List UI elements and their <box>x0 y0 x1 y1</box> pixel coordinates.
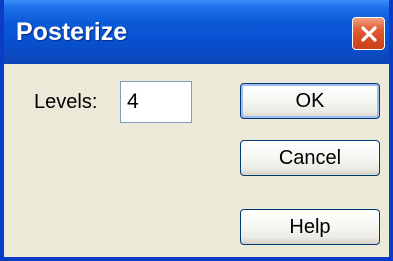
levels-input[interactable] <box>120 81 192 123</box>
dialog-title: Posterize <box>16 18 128 46</box>
levels-label: Levels: <box>34 91 98 113</box>
close-icon <box>360 25 377 42</box>
title-bar[interactable]: Posterize <box>4 0 389 64</box>
posterize-dialog: Posterize Levels: OK Cancel Help <box>0 0 393 261</box>
help-button[interactable]: Help <box>240 209 380 245</box>
close-button[interactable] <box>352 17 385 50</box>
ok-button[interactable]: OK <box>240 83 380 119</box>
dialog-body: Levels: OK Cancel Help <box>4 64 389 257</box>
cancel-button[interactable]: Cancel <box>240 140 380 176</box>
